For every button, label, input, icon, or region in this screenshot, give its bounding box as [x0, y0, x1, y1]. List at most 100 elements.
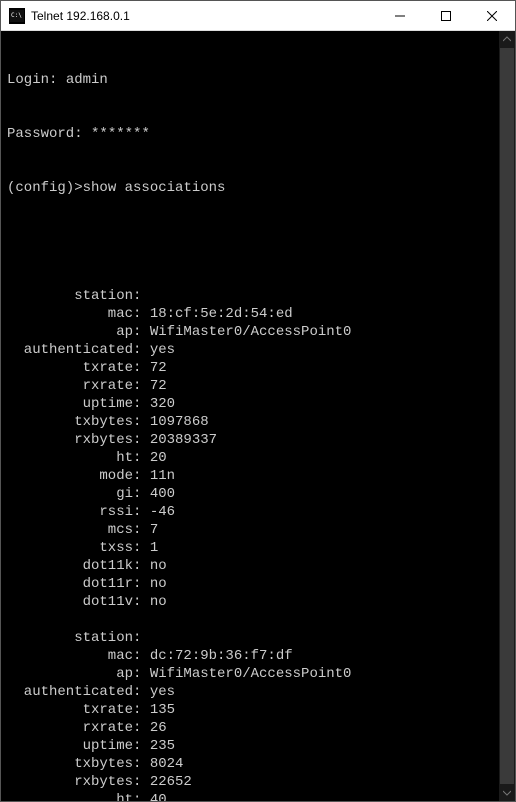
scrollbar-track[interactable] — [499, 31, 515, 801]
field-value: 20 — [150, 449, 167, 467]
field-value: 11n — [150, 467, 175, 485]
field-value: 400 — [150, 485, 175, 503]
field-key: dot11k — [7, 557, 133, 575]
close-button[interactable] — [469, 1, 515, 31]
field-value: 26 — [150, 719, 167, 737]
field-separator: : — [133, 593, 150, 611]
field-key: txrate — [7, 359, 133, 377]
field-key: ht — [7, 791, 133, 801]
field-value: WifiMaster0/AccessPoint0 — [150, 323, 352, 341]
window-titlebar[interactable]: C:\ Telnet 192.168.0.1 — [1, 1, 515, 31]
field-row: txbytes: 8024 — [7, 755, 509, 773]
telnet-window: C:\ Telnet 192.168.0.1 Login: admin Pass… — [0, 0, 516, 802]
field-row: authenticated: yes — [7, 683, 509, 701]
minimize-button[interactable] — [377, 1, 423, 31]
blank-line — [7, 611, 509, 629]
login-label: Login: — [7, 72, 57, 88]
scroll-down-arrow-icon[interactable] — [499, 785, 515, 801]
field-row: uptime: 320 — [7, 395, 509, 413]
field-key: rxrate — [7, 719, 133, 737]
scrollbar-thumb[interactable] — [500, 48, 514, 784]
password-mask: ******* — [91, 126, 150, 142]
field-separator: : — [133, 755, 150, 773]
field-separator: : — [133, 773, 150, 791]
field-key: mac — [7, 647, 133, 665]
field-row: dot11k: no — [7, 557, 509, 575]
field-key: rxbytes — [7, 431, 133, 449]
field-value: 235 — [150, 737, 175, 755]
blank-line — [7, 233, 509, 251]
maximize-button[interactable] — [423, 1, 469, 31]
field-row: ap: WifiMaster0/AccessPoint0 — [7, 665, 509, 683]
field-row: rxbytes: 20389337 — [7, 431, 509, 449]
field-separator: : — [133, 719, 150, 737]
scroll-up-arrow-icon[interactable] — [499, 31, 515, 47]
field-separator: : — [133, 521, 150, 539]
field-key: mac — [7, 305, 133, 323]
field-value: no — [150, 557, 167, 575]
field-separator: : — [133, 485, 150, 503]
field-key: rxrate — [7, 377, 133, 395]
field-value: 320 — [150, 395, 175, 413]
field-separator: : — [133, 665, 150, 683]
field-value: WifiMaster0/AccessPoint0 — [150, 665, 352, 683]
login-value: admin — [66, 72, 108, 88]
field-key: ht — [7, 449, 133, 467]
field-key: uptime — [7, 395, 133, 413]
field-separator: : — [133, 341, 150, 359]
field-value: -46 — [150, 503, 175, 521]
field-value: 20389337 — [150, 431, 217, 449]
field-key: dot11r — [7, 575, 133, 593]
field-value: 72 — [150, 377, 167, 395]
field-separator: : — [133, 701, 150, 719]
stations-output: station: mac: 18:cf:5e:2d:54:ed ap: WifiMa… — [7, 287, 509, 801]
field-key: rssi — [7, 503, 133, 521]
field-value: 135 — [150, 701, 175, 719]
terminal-icon: C:\ — [9, 8, 25, 24]
field-separator: : — [133, 323, 150, 341]
terminal-output[interactable]: Login: admin Password: ******* (config)>… — [1, 31, 515, 801]
field-key: txbytes — [7, 413, 133, 431]
field-row: ht: 40 — [7, 791, 509, 801]
field-value: no — [150, 593, 167, 611]
field-separator: : — [133, 503, 150, 521]
field-value: 8024 — [150, 755, 184, 773]
field-row: mac: 18:cf:5e:2d:54:ed — [7, 305, 509, 323]
field-row: dot11r: no — [7, 575, 509, 593]
field-separator: : — [133, 449, 150, 467]
window-controls — [377, 1, 515, 31]
field-key: ap — [7, 665, 133, 683]
field-row: rssi: -46 — [7, 503, 509, 521]
field-separator: : — [133, 305, 150, 323]
field-row: rxrate: 72 — [7, 377, 509, 395]
field-row: ht: 20 — [7, 449, 509, 467]
field-row: authenticated: yes — [7, 341, 509, 359]
field-key: uptime — [7, 737, 133, 755]
field-separator: : — [133, 683, 150, 701]
field-value: 1 — [150, 539, 158, 557]
field-key: mcs — [7, 521, 133, 539]
field-key: gi — [7, 485, 133, 503]
station-header: station: — [7, 629, 509, 647]
field-separator: : — [133, 575, 150, 593]
field-separator: : — [133, 395, 150, 413]
field-key: txss — [7, 539, 133, 557]
field-value: dc:72:9b:36:f7:df — [150, 647, 293, 665]
field-row: rxrate: 26 — [7, 719, 509, 737]
field-row: mac: dc:72:9b:36:f7:df — [7, 647, 509, 665]
field-row: txrate: 72 — [7, 359, 509, 377]
field-separator: : — [133, 539, 150, 557]
login-line: Login: admin — [7, 71, 509, 89]
password-line: Password: ******* — [7, 125, 509, 143]
field-separator: : — [133, 737, 150, 755]
field-separator: : — [133, 467, 150, 485]
field-row: txrate: 135 — [7, 701, 509, 719]
field-separator: : — [133, 413, 150, 431]
field-row: mode: 11n — [7, 467, 509, 485]
field-value: yes — [150, 341, 175, 359]
field-separator: : — [133, 647, 150, 665]
command-line: (config)> show associations — [7, 179, 509, 197]
password-label: Password: — [7, 126, 83, 142]
field-value: 40 — [150, 791, 167, 801]
svg-text:C:\: C:\ — [11, 12, 22, 19]
